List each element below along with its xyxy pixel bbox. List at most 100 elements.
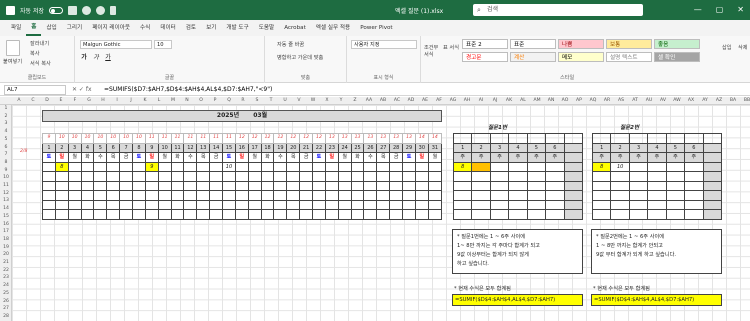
calendar-cell[interactable] (299, 199, 314, 210)
week1-sum-cell[interactable] (452, 199, 473, 210)
column-header[interactable]: AL (516, 97, 530, 105)
column-header[interactable]: AS (614, 97, 628, 105)
function-icon[interactable]: ✕ ✓ fx (72, 85, 92, 95)
calendar-cell[interactable] (157, 209, 172, 220)
day-cell[interactable]: 13 (196, 142, 211, 153)
row-header[interactable]: 18 (0, 237, 12, 242)
calendar-cell[interactable] (376, 161, 391, 172)
week2-sum-cell[interactable] (591, 180, 612, 191)
weekday-cell[interactable]: 목 (196, 152, 211, 163)
name-box[interactable]: AL7 (4, 85, 66, 95)
week1-sum-cell[interactable] (489, 199, 510, 210)
week2-sum-cell[interactable] (591, 171, 612, 182)
column-header[interactable]: AI (474, 97, 488, 105)
day-cell[interactable]: 12 (183, 142, 198, 153)
calendar-cell[interactable] (299, 180, 314, 191)
calendar-cell[interactable] (93, 161, 108, 172)
calendar-cell[interactable] (93, 190, 108, 201)
cut-button[interactable]: 잘라내기 (30, 40, 49, 47)
column-header[interactable]: AH (460, 97, 474, 105)
weekday-cell[interactable]: 수 (183, 152, 198, 163)
day-cell[interactable]: 1 (42, 142, 56, 153)
calendar-cell[interactable] (93, 209, 108, 220)
week1-sum-cell[interactable] (526, 171, 547, 182)
week2-sum-cell[interactable] (684, 199, 704, 210)
style-7[interactable]: 메모 (558, 52, 604, 62)
row-header[interactable]: 14 (0, 206, 12, 211)
column-header[interactable]: H (96, 97, 110, 105)
calendar-cell[interactable] (350, 190, 365, 201)
week2-sum-cell[interactable] (684, 209, 704, 220)
week2-sum-cell[interactable] (647, 171, 667, 182)
column-header[interactable]: AT (628, 97, 642, 105)
row-header[interactable]: 19 (0, 245, 12, 250)
calendar-cell[interactable] (312, 209, 326, 220)
calendar-cell[interactable] (183, 199, 198, 210)
week2-sum-cell[interactable] (647, 161, 667, 172)
calendar-cell[interactable] (337, 209, 352, 220)
day-cell[interactable]: 22 (312, 142, 326, 153)
week1-sum-cell[interactable] (526, 209, 547, 220)
week2-sum-cell[interactable] (665, 180, 686, 191)
row-header[interactable]: 15 (0, 214, 12, 219)
calendar-cell[interactable] (144, 209, 159, 220)
format-as-table-button[interactable]: 표 서식 (443, 44, 459, 51)
row-header[interactable]: 3 (0, 121, 12, 126)
calendar-cell[interactable] (42, 161, 56, 172)
column-header[interactable]: AY (698, 97, 712, 105)
week2-number-cell[interactable]: 3 (628, 142, 649, 153)
calendar-cell[interactable] (363, 190, 378, 201)
calendar-cell[interactable] (234, 180, 249, 191)
calendar-cell[interactable] (196, 171, 211, 182)
calendar-cell[interactable] (247, 180, 262, 191)
row-header[interactable]: 22 (0, 268, 12, 273)
week2-sum-cell[interactable] (665, 161, 686, 172)
week2-sum-cell[interactable] (684, 180, 704, 191)
calendar-cell[interactable]: 8 (54, 161, 69, 172)
column-header[interactable]: Z (348, 97, 362, 105)
calendar-cell[interactable] (376, 171, 391, 182)
calendar-cell[interactable] (389, 171, 404, 182)
weekday-cell[interactable]: 월 (157, 152, 172, 163)
calendar-cell[interactable] (93, 180, 108, 191)
column-header[interactable]: N (180, 97, 194, 105)
calendar-cell[interactable] (389, 180, 404, 191)
calendar-cell[interactable] (132, 180, 146, 191)
calendar-cell[interactable] (273, 161, 288, 172)
calendar-cell[interactable] (247, 199, 262, 210)
calendar-cell[interactable] (106, 199, 121, 210)
week1-sum-cell[interactable] (545, 190, 565, 201)
style-9[interactable]: 셀 확인 (654, 52, 700, 62)
calendar-cell[interactable] (286, 199, 301, 210)
style-2[interactable]: 나쁨 (558, 39, 604, 49)
calendar-cell[interactable] (157, 161, 172, 172)
calendar-cell[interactable] (273, 209, 288, 220)
day-cell[interactable]: 26 (363, 142, 378, 153)
calendar-cell[interactable] (299, 171, 314, 182)
calendar-cell[interactable] (234, 161, 249, 172)
calendar-cell[interactable] (427, 209, 443, 220)
row-header[interactable]: 20 (0, 252, 12, 257)
copy-button[interactable]: 복사 (30, 50, 40, 57)
style-5[interactable]: 경고문 (462, 52, 508, 62)
calendar-cell[interactable] (106, 190, 121, 201)
week2-sum-cell[interactable] (610, 199, 630, 210)
calendar-cell[interactable] (209, 199, 224, 210)
calendar-cell[interactable] (144, 171, 159, 182)
calendar-cell[interactable] (222, 190, 236, 201)
customize-qa-icon[interactable] (110, 5, 116, 15)
week1-sum-cell[interactable] (545, 199, 565, 210)
row-header[interactable]: 17 (0, 229, 12, 234)
column-header[interactable]: AZ (712, 97, 726, 105)
column-header[interactable]: AG (446, 97, 460, 105)
row-header[interactable]: 4 (0, 129, 12, 134)
week1-sum-cell[interactable] (471, 161, 491, 172)
calendar-cell[interactable] (196, 190, 211, 201)
weekday-cell[interactable]: 일 (234, 152, 249, 163)
weekday-cell[interactable]: 일 (414, 152, 429, 163)
week1-sum-cell[interactable] (489, 180, 510, 191)
row-header[interactable]: 9 (0, 168, 12, 173)
row-header[interactable]: 16 (0, 222, 12, 227)
calendar-cell[interactable] (119, 190, 134, 201)
font-name-select[interactable]: Malgun Gothic (80, 40, 152, 49)
